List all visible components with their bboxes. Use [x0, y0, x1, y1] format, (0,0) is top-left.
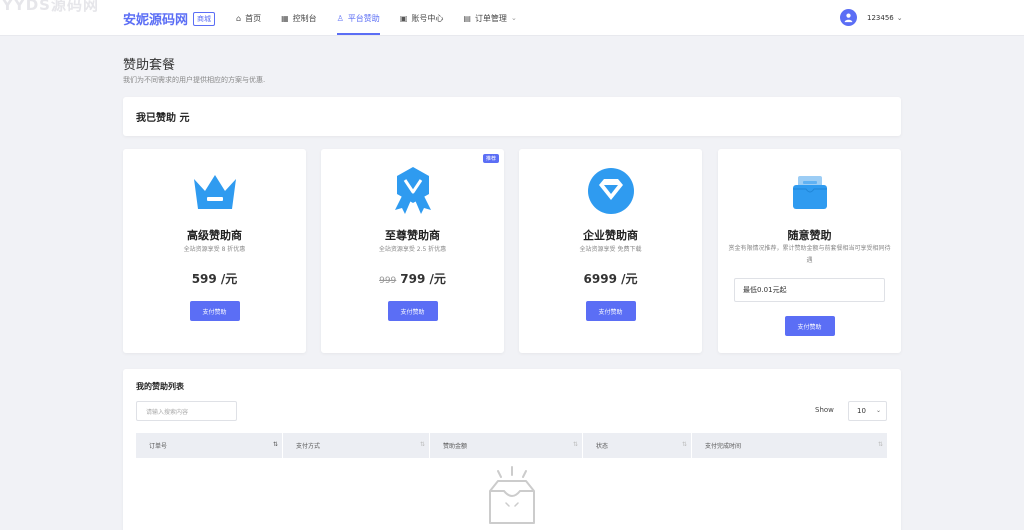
chevron-down-icon: ⌄ [510, 14, 517, 22]
plan-title: 高级赞助商 [187, 229, 242, 242]
column-header-status[interactable]: 状态 ⇅ [583, 433, 692, 458]
column-header-label: 支付方式 [296, 443, 321, 450]
page-size-value: 10 [857, 407, 866, 415]
column-header-label: 状态 [596, 443, 609, 450]
plan-title: 至尊赞助商 [385, 229, 440, 242]
sort-icon: ⇅ [681, 441, 687, 448]
sort-icon: ⇅ [572, 441, 578, 448]
nav-item-home[interactable]: ⌂ 首页 [236, 0, 261, 36]
nav-item-dashboard[interactable]: ▦ 控制台 [281, 0, 317, 36]
chevron-down-icon: ⌄ [875, 407, 881, 414]
plan-price: 599 /元 [123, 270, 306, 287]
plan-card-supreme: 推荐 至尊赞助商 全站资源享受 2.5 折优惠 999 799 /元 支付赞助 [321, 149, 504, 353]
pay-sponsor-button[interactable]: 支付赞助 [189, 301, 240, 321]
search-input[interactable]: 请输入搜索内容 [136, 401, 237, 421]
sponsor-icon: ♙ [336, 13, 344, 23]
page-title: 赞助套餐 [123, 58, 176, 73]
medal-icon [321, 167, 504, 215]
plan-description: 赏金有限情况推荐，累计赞助金额与前套餐相当可享受相同待遇 [728, 245, 891, 264]
brand-name: 安妮源码网 [123, 13, 189, 28]
table-header: 订单号 ⇅ 支付方式 ⇅ 赞助金额 ⇅ 状态 ⇅ 支付完成时间 ⇅ [136, 433, 887, 458]
nav-item-label: 控制台 [292, 13, 317, 23]
plan-description: 全站资源享受 8 折优惠 [183, 246, 246, 253]
dashboard-icon: ▦ [281, 13, 289, 23]
column-header-label: 赞助金额 [443, 443, 468, 450]
order-icon: ▤ [463, 13, 471, 23]
column-header-label: 支付完成时间 [705, 443, 742, 450]
column-header-payment-method[interactable]: 支付方式 ⇅ [283, 433, 430, 458]
page-size-select[interactable]: 10 ⌄ [848, 401, 887, 421]
plan-description: 全站资源享受 2.5 折优惠 [378, 246, 447, 253]
username: 123456 [867, 13, 894, 22]
empty-box-icon [489, 466, 535, 524]
brand-tag: 商城 [193, 11, 216, 26]
avatar [840, 9, 857, 26]
nav-item-label: 账号中心 [411, 13, 444, 23]
plan-price: 999 799 /元 [321, 270, 504, 287]
custom-amount-input[interactable]: 最低0.01元起 [734, 278, 885, 302]
recommend-badge: 推荐 [482, 154, 499, 163]
user-icon [844, 13, 853, 23]
account-icon: ▣ [399, 13, 408, 23]
sort-icon: ⇅ [877, 441, 883, 448]
diamond-icon [519, 167, 702, 215]
pay-sponsor-button[interactable]: 支付赞助 [387, 301, 438, 321]
plan-description: 全站资源享受 免费下载 [579, 246, 642, 253]
watermark: YYDS源码网 [2, 0, 99, 14]
page-subtitle: 我们为不同需求的用户提供相应的方案与优惠. [123, 76, 266, 84]
plan-price-value: 799 /元 [400, 272, 446, 286]
plan-card-advanced: 高级赞助商 全站资源享受 8 折优惠 599 /元 支付赞助 [123, 149, 306, 353]
home-icon: ⌂ [236, 13, 242, 23]
nav-item-label: 订单管理 [474, 13, 507, 23]
sponsored-amount-label: 我已赞助 元 [136, 113, 190, 124]
top-navbar: 安妮源码网 商城 ⌂ 首页 ▦ 控制台 ♙ 平台赞助 ▣ 账号中心 ▤ 订单管理… [0, 0, 1024, 36]
nav-item-label: 平台赞助 [347, 13, 380, 23]
chevron-down-icon: ⌄ [896, 13, 903, 22]
column-header-order-id[interactable]: 订单号 ⇅ [136, 433, 283, 458]
column-header-paid-time[interactable]: 支付完成时间 ⇅ [692, 433, 887, 458]
plan-card-enterprise: 企业赞助商 全站资源享受 免费下载 6999 /元 支付赞助 [519, 149, 702, 353]
plan-card-custom: 随意赞助 赏金有限情况推荐，累计赞助金额与前套餐相当可享受相同待遇 最低0.01… [718, 149, 901, 353]
list-title: 我的赞助列表 [136, 382, 184, 391]
nav-item-orders[interactable]: ▤ 订单管理 ⌄ [463, 0, 516, 36]
wallet-icon [718, 167, 901, 215]
column-header-amount[interactable]: 赞助金额 ⇅ [430, 433, 583, 458]
plan-original-price: 999 [379, 276, 397, 286]
plan-price: 6999 /元 [519, 270, 702, 287]
sponsor-list-card: 我的赞助列表 请输入搜索内容 Show 10 ⌄ 订单号 ⇅ 支付方式 ⇅ 赞助… [123, 369, 901, 530]
plan-price-value: 599 /元 [191, 272, 238, 286]
crown-icon [123, 167, 306, 215]
column-header-label: 订单号 [149, 443, 168, 450]
sponsored-summary-card: 我已赞助 元 [123, 97, 901, 136]
nav-item-label: 首页 [245, 13, 262, 23]
user-menu[interactable]: 123456 ⌄ [840, 9, 903, 26]
sort-icon: ⇅ [272, 441, 278, 448]
pay-sponsor-button[interactable]: 支付赞助 [585, 301, 636, 321]
plan-title: 企业赞助商 [583, 229, 638, 242]
main-nav: ⌂ 首页 ▦ 控制台 ♙ 平台赞助 ▣ 账号中心 ▤ 订单管理 ⌄ [236, 0, 537, 36]
plan-price-value: 6999 /元 [583, 272, 638, 286]
nav-item-account[interactable]: ▣ 账号中心 [400, 0, 444, 36]
show-label: Show [815, 406, 834, 414]
plan-title: 随意赞助 [787, 229, 832, 242]
brand-logo[interactable]: 安妮源码网 商城 [123, 9, 216, 28]
sort-icon: ⇅ [419, 441, 425, 448]
pay-sponsor-button[interactable]: 支付赞助 [784, 316, 835, 336]
nav-item-sponsor[interactable]: ♙ 平台赞助 [336, 0, 380, 36]
